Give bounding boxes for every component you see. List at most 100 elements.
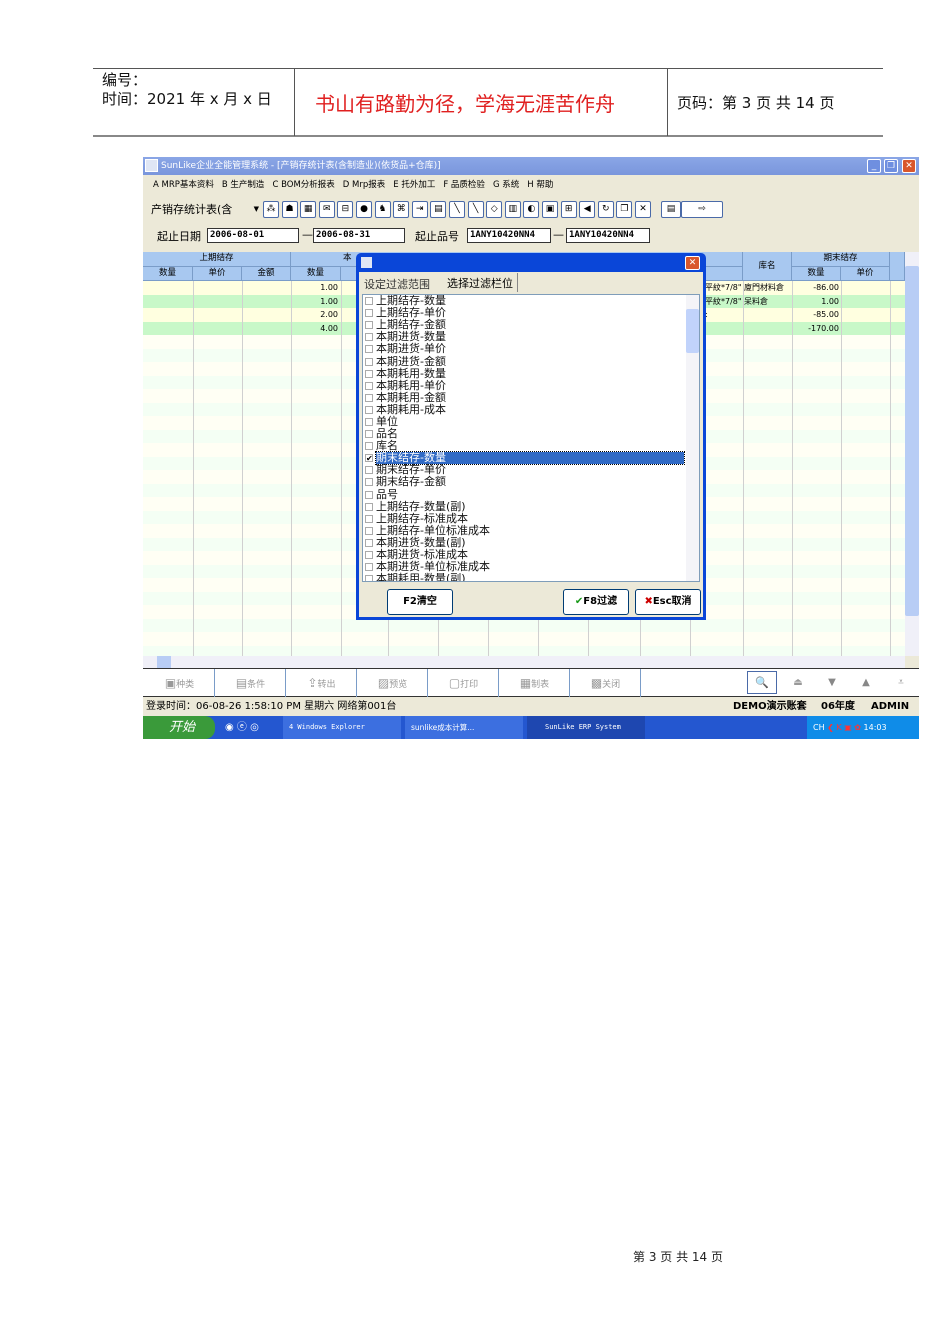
- condition-button[interactable]: ▤条件: [216, 669, 286, 697]
- toolbar-icon-12[interactable]: ╲: [467, 201, 484, 218]
- checkbox[interactable]: [365, 417, 373, 426]
- item-to-input[interactable]: 1ANY10420NN4: [566, 228, 650, 243]
- menu-bom[interactable]: C BOM分析报表: [272, 178, 334, 190]
- menu-outsource[interactable]: E 托外加工: [393, 178, 435, 190]
- field-option[interactable]: 期末结存-金额: [363, 476, 699, 488]
- start-button[interactable]: 开始: [143, 716, 215, 739]
- checkbox[interactable]: [365, 321, 373, 330]
- field-option[interactable]: 本期耗用-数量(副): [363, 573, 699, 581]
- checkbox[interactable]: [365, 309, 373, 318]
- task-word-doc[interactable]: sunlike成本计算...: [405, 716, 523, 739]
- checkbox[interactable]: [365, 538, 373, 547]
- field-option[interactable]: 品号: [363, 488, 699, 501]
- toolbar-icon-6[interactable]: ●: [356, 201, 372, 218]
- checkbox[interactable]: [365, 466, 373, 475]
- toolbar-icon-3[interactable]: ▦: [300, 201, 317, 218]
- toolbar-icon-11[interactable]: ╲: [449, 201, 465, 218]
- export-button[interactable]: ⇪转出: [287, 669, 357, 697]
- checkbox[interactable]: [365, 393, 373, 402]
- date-to-input[interactable]: 2006-08-31: [313, 228, 405, 243]
- tab-filter-range[interactable]: 设定过滤范围: [364, 276, 430, 292]
- checkbox[interactable]: [365, 381, 373, 390]
- checkbox[interactable]: [365, 442, 373, 451]
- exit-icon[interactable]: ⇨: [681, 201, 723, 218]
- toolbar-icon-21[interactable]: ✕: [635, 201, 651, 218]
- list-scrollbar[interactable]: [686, 295, 699, 581]
- menu-system[interactable]: G 系统: [493, 178, 519, 190]
- up-button[interactable]: ▲: [851, 671, 881, 694]
- lang-indicator[interactable]: CH: [813, 723, 825, 732]
- zoom-button[interactable]: 🔍: [747, 671, 777, 694]
- preview-button[interactable]: ▨预览: [358, 669, 428, 697]
- close-button[interactable]: ✕: [902, 159, 916, 173]
- toolbar-icon-4[interactable]: ✉: [318, 201, 335, 218]
- field-option[interactable]: 本期耗用-数量: [363, 367, 699, 380]
- checkbox[interactable]: [365, 369, 373, 378]
- checkbox[interactable]: [365, 405, 373, 414]
- toolbar-icon-10[interactable]: ▤: [430, 201, 447, 218]
- menu-mrp-report[interactable]: D Mrp报表: [343, 178, 385, 190]
- filter-button[interactable]: ✔F8过滤: [563, 589, 629, 615]
- toolbar-icon-1[interactable]: ⁂: [263, 201, 279, 218]
- checkbox[interactable]: [365, 526, 373, 535]
- toolbar-icon-2[interactable]: ☗: [281, 201, 298, 218]
- checkbox[interactable]: [365, 502, 373, 511]
- toolbar-icon-15[interactable]: ◐: [523, 201, 540, 218]
- checkbox[interactable]: [365, 551, 373, 560]
- checkbox[interactable]: [365, 575, 373, 581]
- checkbox[interactable]: ✔: [365, 454, 373, 463]
- dialog-close-button[interactable]: ✕: [685, 256, 700, 270]
- field-option[interactable]: 本期进货-单价: [363, 343, 699, 355]
- checkbox[interactable]: [365, 297, 373, 306]
- toolbar-icon-9[interactable]: ⇥: [411, 201, 428, 218]
- last-button[interactable]: ⩡: [886, 671, 916, 694]
- field-option[interactable]: 上期结存-数量(副): [363, 500, 699, 513]
- print-button[interactable]: ▢打印: [429, 669, 499, 697]
- quicklaunch-icons[interactable]: ◉ ⓔ ◎: [225, 716, 259, 739]
- field-option[interactable]: 单位: [363, 415, 699, 428]
- item-from-input[interactable]: 1ANY10420NN4: [467, 228, 551, 243]
- field-option[interactable]: 品名: [363, 428, 699, 440]
- minimize-button[interactable]: _: [867, 159, 881, 173]
- checkbox[interactable]: [365, 345, 373, 354]
- toolbar-icon-7[interactable]: ♞: [374, 201, 391, 218]
- first-button[interactable]: ⏏: [783, 671, 813, 694]
- tab-filter-fields[interactable]: 选择过滤栏位: [443, 273, 518, 292]
- checkbox[interactable]: [365, 514, 373, 523]
- restore-button[interactable]: ❐: [884, 159, 898, 173]
- field-option[interactable]: 本期耗用-单价: [363, 379, 699, 392]
- field-option[interactable]: 本期进货-金额: [363, 355, 699, 367]
- menu-help[interactable]: H 帮助: [527, 178, 553, 190]
- cancel-button[interactable]: ✖Esc取消: [635, 589, 701, 615]
- tray-icons[interactable]: ❮ K ▣ ✿: [827, 723, 863, 732]
- toolbar-icon-18[interactable]: ◀: [579, 201, 596, 218]
- field-option[interactable]: 本期耗用-成本: [363, 403, 699, 416]
- field-checklist[interactable]: 上期结存-数量 上期结存-单价 上期结存-金额 本期进货-数量 本期进货-单价 本期进货-…: [362, 294, 700, 582]
- task-sunlike-erp[interactable]: SunLike ERP System: [527, 716, 645, 739]
- report-select[interactable]: 产销存统计表(含 ▼: [151, 201, 259, 218]
- toolbar-icon-20[interactable]: ❐: [616, 201, 633, 218]
- checkbox[interactable]: [365, 333, 373, 342]
- toolbar-icon-13[interactable]: ◇: [486, 201, 503, 218]
- menu-mrp[interactable]: A MRP基本资料: [153, 178, 214, 190]
- toolbar-icon-14[interactable]: ▥: [504, 201, 521, 218]
- checkbox[interactable]: [365, 357, 373, 366]
- toolbar-icon-17[interactable]: ⊞: [560, 201, 577, 218]
- task-explorer[interactable]: 4 Windows Explorer: [283, 716, 401, 739]
- layout-icon[interactable]: ▤: [661, 201, 681, 218]
- toolbar-icon-19[interactable]: ↻: [597, 201, 614, 218]
- field-option[interactable]: 上期结存-标准成本: [363, 512, 699, 525]
- category-button[interactable]: ▣种类: [145, 669, 215, 697]
- vertical-scrollbar[interactable]: [905, 252, 919, 656]
- horizontal-scrollbar[interactable]: [143, 656, 905, 668]
- down-button[interactable]: ▼: [817, 671, 847, 694]
- tabulate-button[interactable]: ▦制表: [500, 669, 570, 697]
- checkbox[interactable]: [365, 563, 373, 572]
- toolbar-icon-16[interactable]: ▣: [542, 201, 558, 218]
- toolbar-icon-8[interactable]: ⌘: [393, 201, 410, 218]
- checkbox[interactable]: [365, 478, 373, 487]
- menu-quality[interactable]: F 品质检验: [443, 178, 485, 190]
- menu-production[interactable]: B 生产制造: [222, 178, 265, 190]
- toolbar-icon-5[interactable]: ⊟: [337, 201, 354, 218]
- checkbox[interactable]: [365, 430, 373, 439]
